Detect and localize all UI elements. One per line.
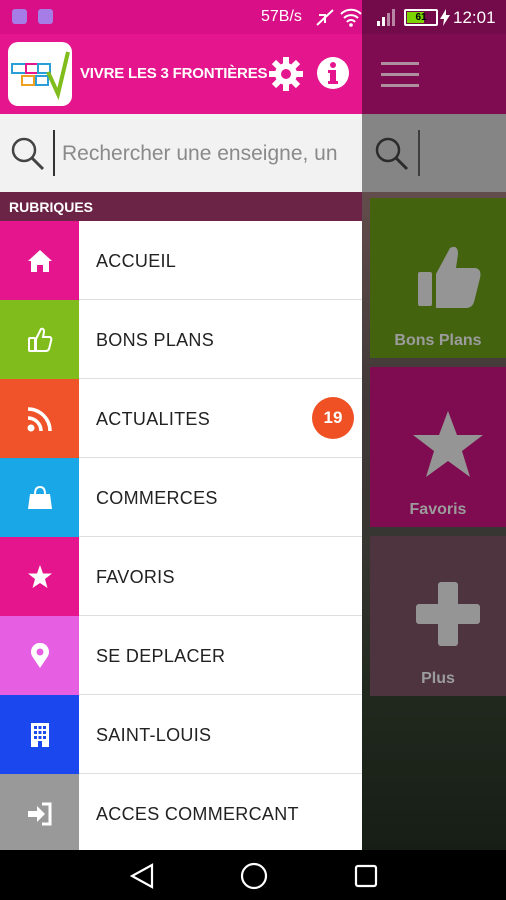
sign-in-icon [28,802,52,826]
home-button-icon[interactable] [240,862,268,890]
home-icon [28,250,52,272]
back-icon[interactable] [130,863,154,889]
menu-item-label: ACCUEIL [96,251,177,271]
battery-level: 61 [415,12,427,23]
recent-apps-icon[interactable] [354,864,378,888]
rss-icon [27,407,52,432]
menu-item-favoris[interactable]: FAVORIS [0,537,362,616]
status-bar: 57B/s 61 12:01 [0,0,506,34]
building-icon [31,723,49,747]
menu-item-label: BONS PLANS [96,330,215,350]
notification-icon [12,9,27,24]
menu-icon-box [0,616,79,695]
menu-item-saint-louis[interactable]: SAINT-LOUIS [0,695,362,774]
system-navigation-bar [0,850,506,900]
drawer-scrim[interactable] [362,0,506,850]
search-bar [0,114,362,192]
thumbs-up-icon [28,327,53,352]
menu-item-label: SAINT-LOUIS [96,725,212,745]
section-header-label: RUBRIQUES [9,199,94,215]
menu-icon-box [0,458,79,537]
search-icon [11,137,45,171]
battery-icon: 61 [404,9,438,26]
notification-icon [38,9,53,24]
shopping-bag-icon [28,485,52,509]
search-caret [53,130,55,176]
menu-icon-box [0,695,79,774]
menu-item-accueil[interactable]: ACCUEIL [0,221,362,300]
menu-item-label: COMMERCES [96,488,218,508]
search-input[interactable] [62,138,358,170]
app-title: VIVRE LES 3 FRONTIÈRES [80,65,268,82]
menu-icon-box [0,221,79,300]
menu-item-label: ACTUALITES [96,409,211,429]
signal-icon [377,9,395,26]
star-icon [28,565,52,588]
charging-icon [440,9,450,26]
app-logo[interactable] [8,42,72,106]
section-header: RUBRIQUES [0,192,362,221]
network-speed: 57B/s [261,8,302,25]
menu-icon-box [0,774,79,853]
menu-item-bons-plans[interactable]: BONS PLANS [0,300,362,379]
info-icon[interactable] [316,56,350,90]
menu-icon-box [0,537,79,616]
menu-icon-box [0,300,79,379]
menu-item-actualites[interactable]: ACTUALITES 19 [0,379,362,458]
mute-icon [316,9,334,26]
wifi-icon [340,8,362,27]
navigation-drawer: VIVRE LES 3 FRONTIÈRES Rechercher une en… [0,0,362,853]
map-pin-icon [31,643,49,668]
drawer-header: VIVRE LES 3 FRONTIÈRES [0,34,362,114]
menu-item-se-deplacer[interactable]: SE DEPLACER [0,616,362,695]
menu-item-label: FAVORIS [96,567,175,587]
clock: 12:01 [453,8,496,27]
menu-icon-box [0,379,79,458]
menu-item-label: ACCES COMMERCANT [96,804,299,824]
notification-badge: 19 [312,397,354,439]
menu-item-commerces[interactable]: COMMERCES [0,458,362,537]
gear-icon[interactable] [268,56,304,92]
menu-item-acces-commercant[interactable]: ACCES COMMERCANT [0,774,362,853]
logo-graphic [11,51,70,101]
menu-item-label: SE DEPLACER [96,646,226,666]
